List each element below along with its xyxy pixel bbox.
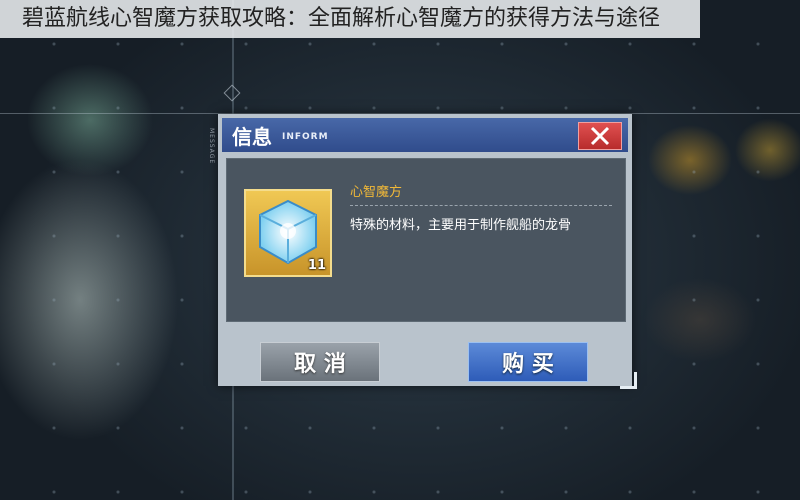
item-info-panel: 11 心智魔方 特殊的材料，主要用于制作舰船的龙骨 bbox=[226, 158, 626, 322]
dialog-title: 信息 bbox=[232, 125, 272, 149]
side-message-tag: MESSAGE bbox=[208, 128, 215, 165]
close-button[interactable] bbox=[578, 122, 622, 150]
dialog-subtitle: INFORM bbox=[282, 132, 329, 142]
info-dialog: 信息 INFORM 11 心智魔方 特殊的材料，主要用于制作舰船的龙骨 取 消 … bbox=[218, 114, 632, 386]
dialog-header: 信息 INFORM bbox=[222, 118, 628, 152]
item-name: 心智魔方 bbox=[350, 185, 403, 200]
corner-bracket-icon bbox=[620, 372, 637, 389]
divider bbox=[350, 205, 612, 206]
buy-button[interactable]: 购 买 bbox=[468, 342, 588, 382]
close-icon bbox=[590, 126, 610, 146]
item-slot: 11 bbox=[244, 189, 332, 277]
item-count: 11 bbox=[307, 258, 326, 273]
article-title-caption: 碧蓝航线心智魔方获取攻略：全面解析心智魔方的获得方法与途径 bbox=[0, 0, 700, 38]
item-description: 特殊的材料，主要用于制作舰船的龙骨 bbox=[350, 218, 572, 233]
cancel-button[interactable]: 取 消 bbox=[260, 342, 380, 382]
